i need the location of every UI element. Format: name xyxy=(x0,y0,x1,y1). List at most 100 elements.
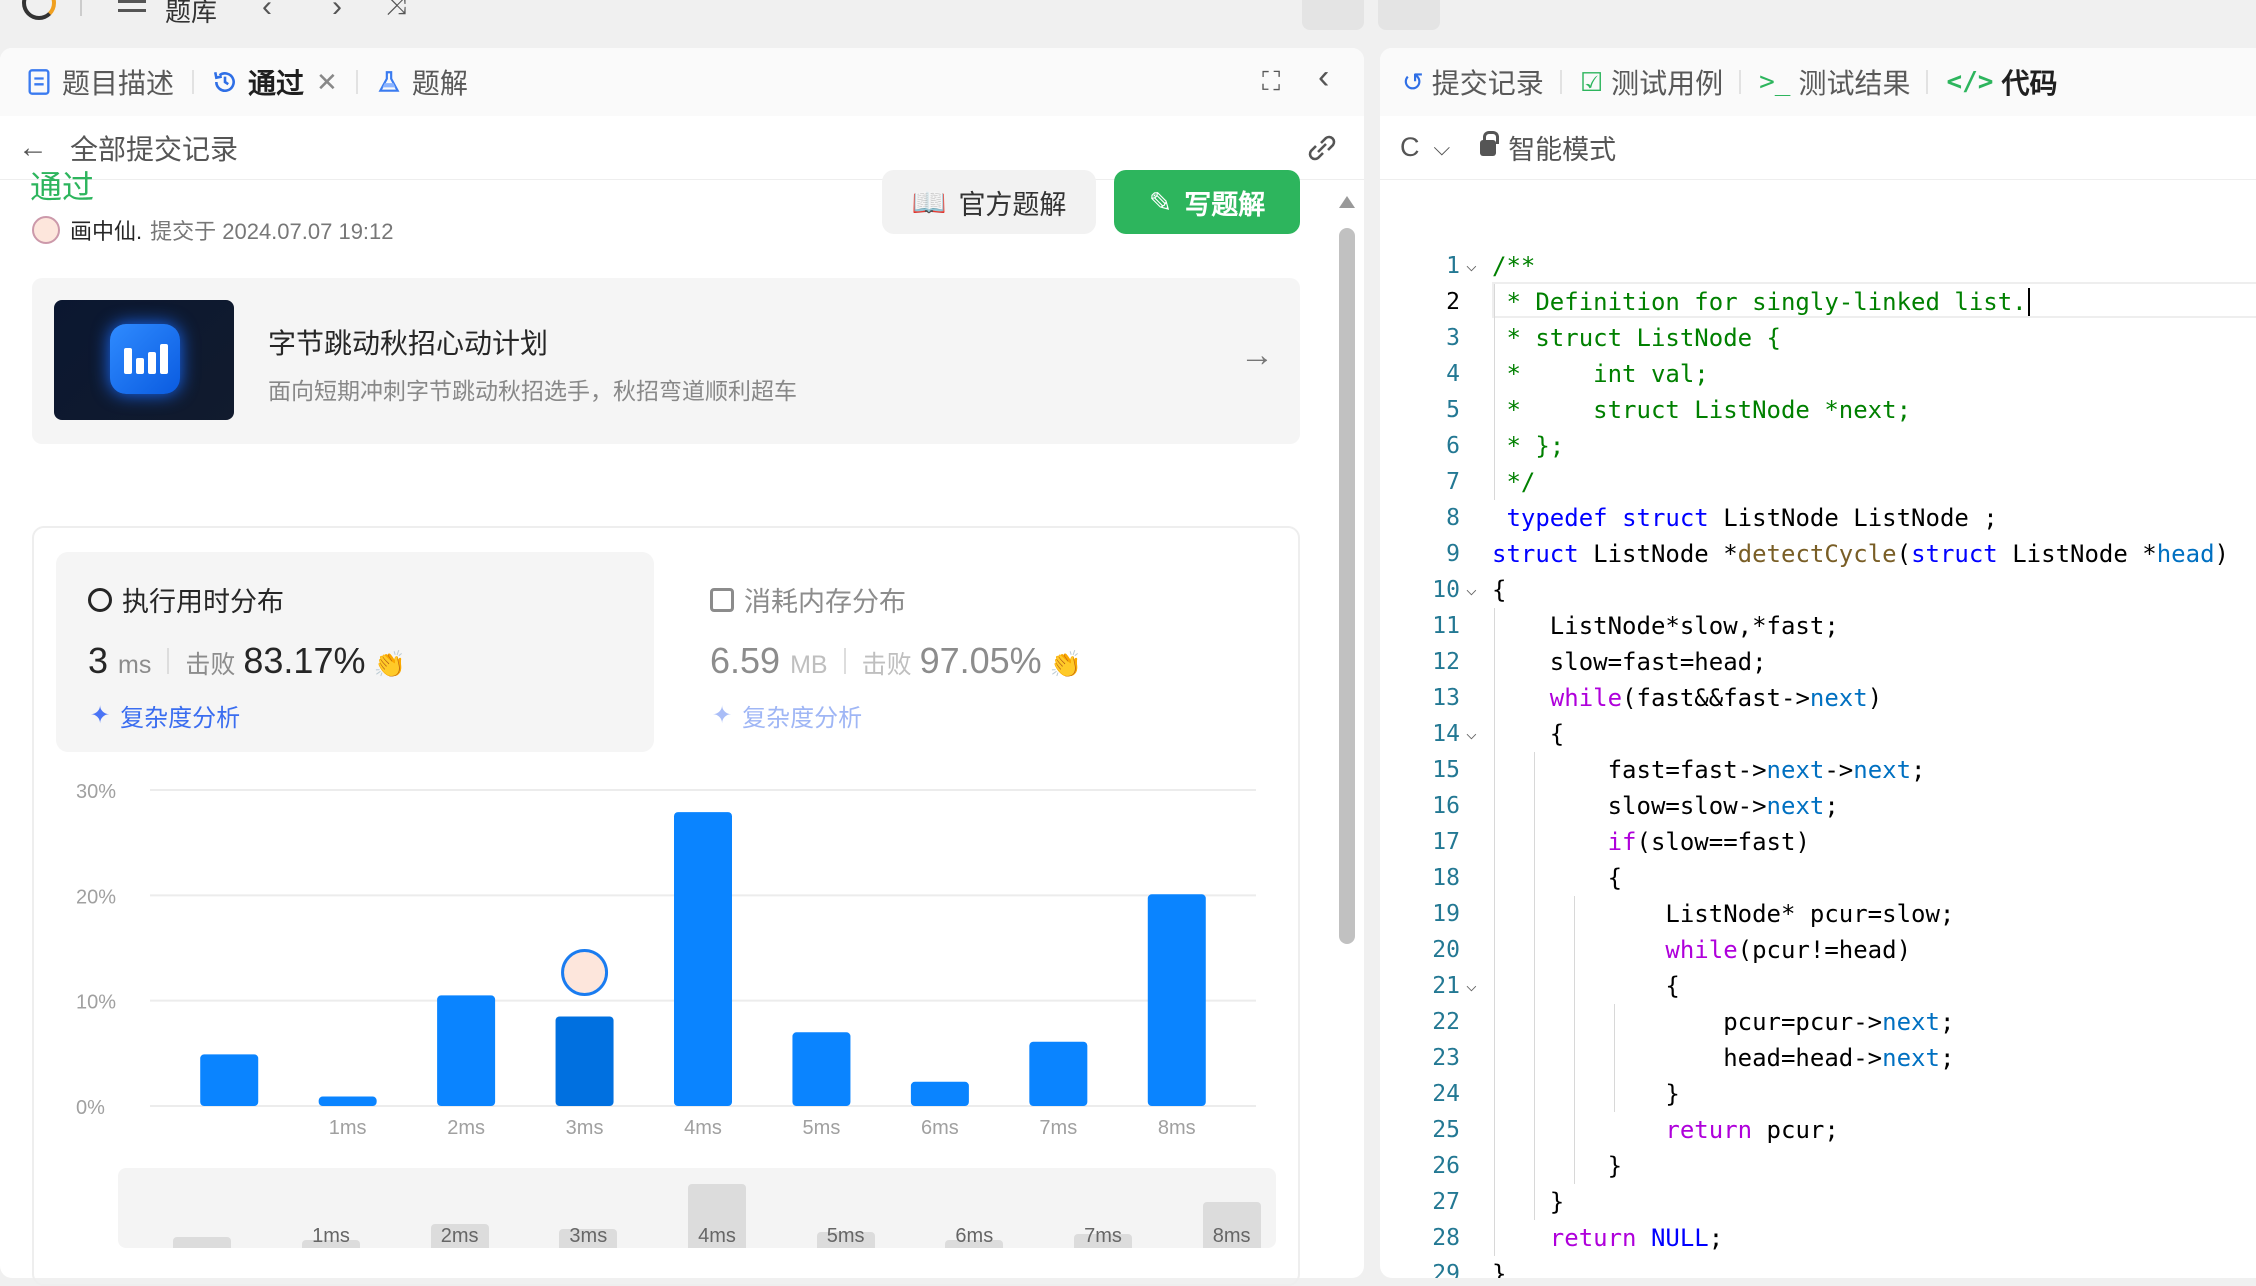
promo-banner[interactable]: 字节跳动秋招心动计划 面向短期冲刺字节跳动秋招选手，秋招弯道顺利超车 → xyxy=(32,278,1300,444)
flask-icon xyxy=(378,71,400,92)
write-solution-button[interactable]: ✎ 写题解 xyxy=(1114,170,1300,234)
scroll-up-icon[interactable] xyxy=(1339,196,1355,208)
collapse-panel-icon[interactable]: ‹ xyxy=(1318,58,1329,97)
code-line[interactable]: 12 slow=fast=head; xyxy=(1380,644,2256,680)
chart-bar[interactable] xyxy=(792,1032,851,1106)
code-line[interactable]: 7 */ xyxy=(1380,464,2256,500)
back-arrow-icon[interactable]: ← xyxy=(18,131,48,165)
prev-problem-icon[interactable]: ‹ xyxy=(262,0,272,24)
smart-mode-label[interactable]: 智能模式 xyxy=(1508,128,1616,167)
code-line[interactable]: 1 ⌵ /** xyxy=(1380,248,2256,284)
code-line[interactable]: 16 slow=slow->next; xyxy=(1380,788,2256,824)
official-solution-button[interactable]: 📖 官方题解 xyxy=(882,170,1096,234)
code-line[interactable]: 2 * Definition for singly-linked list. xyxy=(1380,284,2256,320)
fold-chevron-icon[interactable]: ⌵ xyxy=(1466,968,1477,1004)
code-line[interactable]: 29} xyxy=(1380,1256,2256,1278)
chart-range-selector[interactable]: 1ms 2ms 3ms 4ms 5ms 6ms 7ms 8ms xyxy=(118,1168,1276,1248)
chart-bar[interactable] xyxy=(1147,894,1206,1106)
code-line[interactable]: 22 pcur=pcur->next; xyxy=(1380,1004,2256,1040)
tab-code[interactable]: </> 代码 xyxy=(1946,62,2057,102)
fullscreen-icon[interactable]: ⛶ xyxy=(1262,66,1280,98)
next-problem-icon[interactable]: › xyxy=(332,0,342,24)
submit-time: 提交于 2024.07.07 19:12 xyxy=(150,219,394,244)
runtime-unit: ms xyxy=(118,651,152,679)
code-line[interactable]: 3 * struct ListNode { xyxy=(1380,320,2256,356)
memory-complexity-link[interactable]: ✦ 复杂度分析 xyxy=(712,698,862,733)
tab-submissions[interactable]: ↺ 提交记录 xyxy=(1402,62,1544,102)
shuffle-icon[interactable]: ⤨ xyxy=(386,0,407,22)
code-line[interactable]: 8 typedef struct ListNode ListNode ; xyxy=(1380,500,2256,536)
code-line[interactable]: 23 head=head->next; xyxy=(1380,1040,2256,1076)
chart-bar[interactable] xyxy=(1029,1041,1088,1106)
memory-title[interactable]: 消耗内存分布 xyxy=(710,580,906,619)
problem-bank-link[interactable]: 题库 xyxy=(165,0,217,29)
scrollbar-thumb[interactable] xyxy=(1339,228,1355,944)
tab-accepted-label: 通过 xyxy=(248,68,305,99)
leetcode-logo-icon[interactable] xyxy=(22,0,56,20)
tab-separator xyxy=(1559,70,1562,94)
tab-accepted[interactable]: 通过 ✕ xyxy=(212,62,338,102)
line-number: 4 xyxy=(1446,361,1460,387)
tab-test-results[interactable]: >_ 测试结果 xyxy=(1759,62,1910,102)
debug-button[interactable] xyxy=(1302,0,1364,30)
fold-chevron-icon[interactable]: ⌵ xyxy=(1466,572,1477,608)
code-text: slow=slow->next; xyxy=(1492,792,1839,820)
code-line[interactable]: 11 ListNode*slow,*fast; xyxy=(1380,608,2256,644)
notes-button[interactable] xyxy=(1378,0,1440,30)
language-select[interactable]: C xyxy=(1400,132,1420,163)
chart-bar[interactable] xyxy=(437,995,496,1106)
code-line[interactable]: 25 return pcur; xyxy=(1380,1112,2256,1148)
tab-description[interactable]: 题目描述 xyxy=(26,62,174,102)
code-line[interactable]: 26 } xyxy=(1380,1148,2256,1184)
code-line[interactable]: 19 ListNode* pcur=slow; xyxy=(1380,896,2256,932)
code-line[interactable]: 15 fast=fast->next->next; xyxy=(1380,752,2256,788)
problem-list-icon[interactable] xyxy=(118,0,146,12)
code-line[interactable]: 18 { xyxy=(1380,860,2256,896)
code-text: * struct ListNode { xyxy=(1492,324,1781,352)
fold-chevron-icon[interactable]: ⌵ xyxy=(1466,716,1477,752)
tab-submissions-label: 提交记录 xyxy=(1431,68,1544,99)
code-text: ListNode*slow,*fast; xyxy=(1492,612,1839,640)
code-line[interactable]: 10 ⌵ { xyxy=(1380,572,2256,608)
code-line[interactable]: 13 while(fast&&fast->next) xyxy=(1380,680,2256,716)
tab-solutions[interactable]: 题解 xyxy=(376,62,468,102)
avatar[interactable] xyxy=(32,216,60,244)
username[interactable]: 画中仙. xyxy=(70,214,142,246)
code-text: typedef struct ListNode ListNode ; xyxy=(1506,504,1998,532)
code-line[interactable]: 9 struct ListNode *detectCycle(struct Lis… xyxy=(1380,536,2256,572)
code-text: * struct ListNode *next; xyxy=(1492,396,1912,424)
y-tick-label: 10% xyxy=(76,992,116,1014)
tab-testcases[interactable]: ☑ 测试用例 xyxy=(1580,62,1723,102)
code-line[interactable]: 17 if(slow==fast) xyxy=(1380,824,2256,860)
close-tab-icon[interactable]: ✕ xyxy=(316,67,338,98)
my-submission-avatar[interactable] xyxy=(561,948,609,996)
chart-bar[interactable] xyxy=(318,1096,377,1106)
all-submissions-link[interactable]: 全部提交记录 xyxy=(70,128,238,168)
code-line[interactable]: 5 * struct ListNode *next; xyxy=(1380,392,2256,428)
sparkle-icon: ✦ xyxy=(712,702,733,729)
arrow-right-icon: → xyxy=(1240,336,1274,374)
chart-bar[interactable] xyxy=(200,1054,259,1106)
chart-bar[interactable] xyxy=(555,1016,614,1106)
left-tab-bar: 题目描述 通过 ✕ 题解 ⛶ ‹ xyxy=(0,48,1364,116)
link-icon[interactable] xyxy=(1304,134,1340,162)
code-line[interactable]: 14 ⌵ { xyxy=(1380,716,2256,752)
code-line[interactable]: 27 } xyxy=(1380,1184,2256,1220)
y-tick-label: 20% xyxy=(76,886,116,908)
terminal-icon: >_ xyxy=(1759,67,1791,97)
code-line[interactable]: 20 while(pcur!=head) xyxy=(1380,932,2256,968)
chart-bar[interactable] xyxy=(910,1081,969,1106)
runtime-distribution-chart[interactable]: 0% 10% 20% 30% 1ms 2ms 3ms 4ms 5ms 6ms 7ms 8ms xyxy=(60,770,1280,1150)
x-tick-label: 4ms xyxy=(684,1117,722,1139)
chart-bar[interactable] xyxy=(674,812,732,1106)
promo-image xyxy=(54,300,234,420)
code-line[interactable]: 21 ⌵ { xyxy=(1380,968,2256,1004)
fold-chevron-icon[interactable]: ⌵ xyxy=(1466,248,1477,284)
runtime-complexity-link[interactable]: ✦ 复杂度分析 xyxy=(90,698,240,733)
code-line[interactable]: 28 return NULL; xyxy=(1380,1220,2256,1256)
chevron-down-icon[interactable]: ⌵ xyxy=(1434,135,1451,161)
code-line[interactable]: 6 * }; xyxy=(1380,428,2256,464)
code-line[interactable]: 4 * int val; xyxy=(1380,356,2256,392)
code-line[interactable]: 24 } xyxy=(1380,1076,2256,1112)
book-icon: 📖 xyxy=(911,186,947,218)
